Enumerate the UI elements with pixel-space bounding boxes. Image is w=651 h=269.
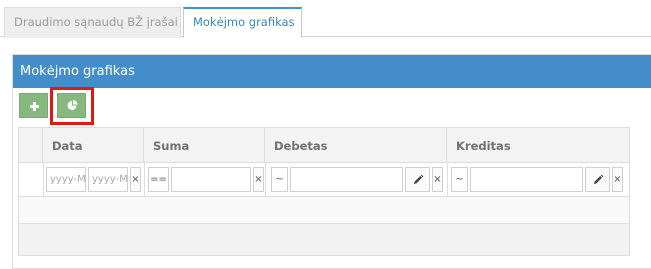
highlight-box xyxy=(50,87,94,125)
pencil-icon xyxy=(594,174,604,184)
kreditas-operator-select[interactable]: ~ xyxy=(451,167,468,192)
debetas-operator-select[interactable]: ~ xyxy=(271,167,288,192)
column-header-debetas[interactable]: Debetas xyxy=(265,127,447,163)
suma-operator-select[interactable]: == xyxy=(148,167,169,192)
date-from-filter[interactable]: yyyy-MM-dd xyxy=(46,167,86,192)
add-button[interactable] xyxy=(19,93,48,118)
suma-clear-button[interactable]: × xyxy=(253,167,264,192)
table-row xyxy=(18,224,630,256)
column-header-rownum xyxy=(18,127,43,163)
debetas-edit-button[interactable] xyxy=(405,167,430,192)
column-header-kreditas[interactable]: Kreditas xyxy=(447,127,630,163)
kreditas-edit-button[interactable] xyxy=(585,167,610,192)
payment-schedule-panel: Mokėjmo grafikas Data Suma Debetas Kredi… xyxy=(12,54,651,269)
tab-draudimo-sanaudu[interactable]: Draudimo sąnaudų BŽ įrašai xyxy=(4,7,181,38)
panel-title: Mokėjmo grafikas xyxy=(13,55,651,88)
kreditas-filter-input[interactable] xyxy=(470,167,583,192)
column-header-data[interactable]: Data xyxy=(43,127,144,163)
tab-mokejimo-grafikas[interactable]: Mokėjmo grafikas xyxy=(183,7,302,38)
pencil-icon xyxy=(414,174,424,184)
kreditas-clear-button[interactable]: × xyxy=(612,167,623,192)
debetas-filter-input[interactable] xyxy=(290,167,403,192)
debetas-clear-button[interactable]: × xyxy=(432,167,443,192)
date-to-filter[interactable]: yyyy-MM-dd xyxy=(88,167,128,192)
tab-bar: Draudimo sąnaudų BŽ įrašai Mokėjmo grafi… xyxy=(0,0,651,38)
date-clear-button[interactable]: × xyxy=(130,167,141,192)
column-header-suma[interactable]: Suma xyxy=(144,127,265,163)
suma-filter-input[interactable] xyxy=(171,167,251,192)
table-row xyxy=(18,197,630,224)
